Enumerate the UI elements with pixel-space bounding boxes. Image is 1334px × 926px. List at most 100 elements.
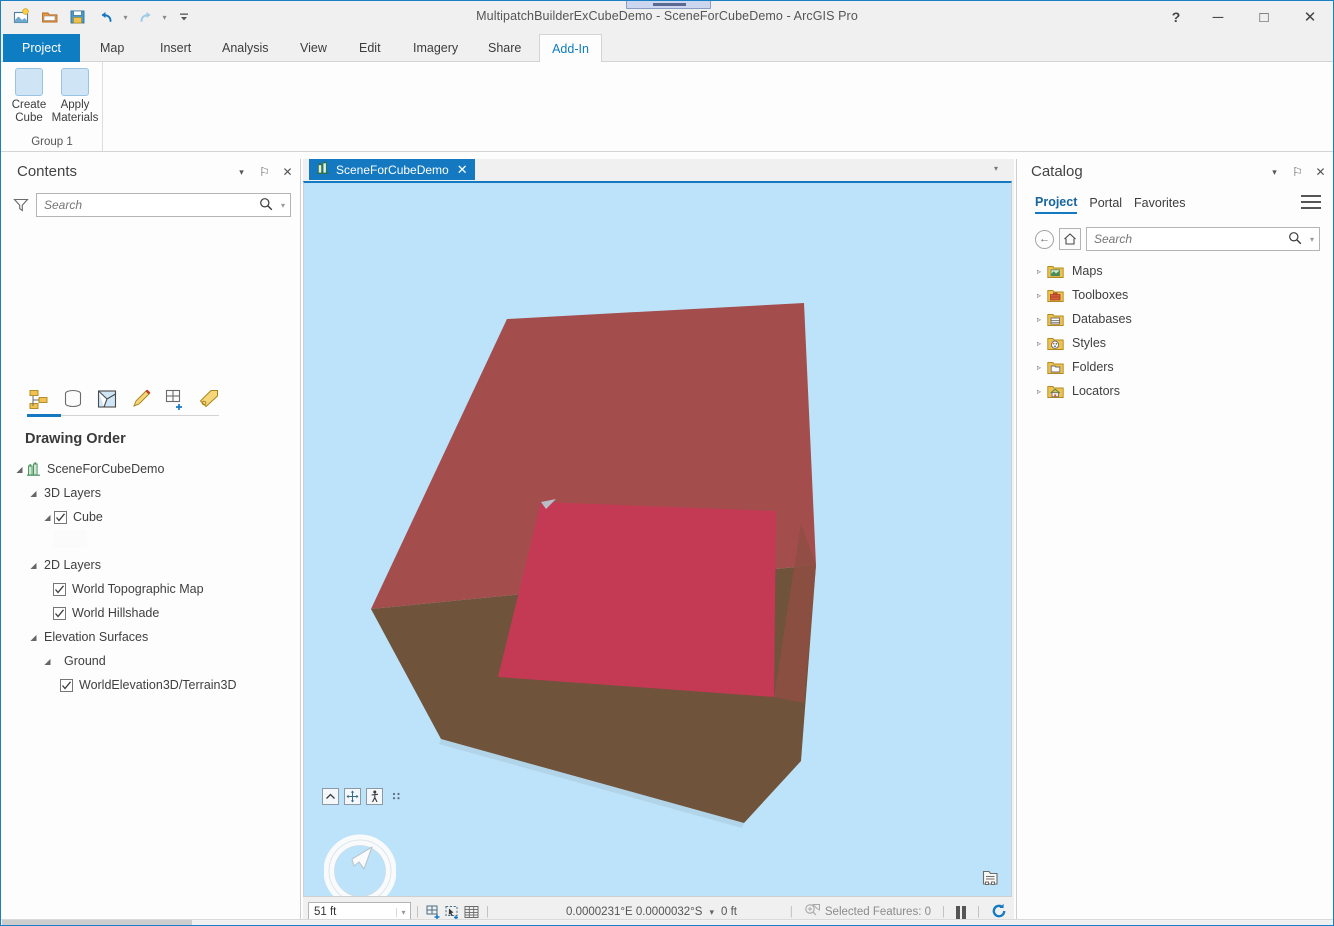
filter-icon[interactable]: [13, 197, 29, 213]
tab-insert[interactable]: Insert: [147, 34, 204, 62]
worldelevation3d-checkbox[interactable]: [60, 679, 73, 692]
tab-view[interactable]: View: [287, 34, 340, 62]
tree-item-sceneforcubedemo[interactable]: ◢ SceneForCubeDemo: [3, 457, 301, 481]
tree-item-ground[interactable]: ◢ Ground: [3, 649, 301, 673]
tree-item-worldelevation3d-terrain3d[interactable]: WorldElevation3D/Terrain3D: [3, 673, 301, 697]
catalog-item-toolboxes[interactable]: ▹ Toolboxes: [1017, 283, 1334, 307]
catalog-item-locators[interactable]: ▹ Locators: [1017, 379, 1334, 403]
expand-arrow-icon[interactable]: ▹: [1031, 339, 1047, 348]
tree-item-cube[interactable]: ◢ Cube: [3, 505, 301, 529]
ribbon: Create Cube Apply Materials Group 1: [1, 62, 1333, 152]
expand-arrow-icon[interactable]: ▹: [1031, 363, 1047, 372]
list-by-drawing-order-icon[interactable]: [27, 387, 51, 411]
catalog-search-input[interactable]: [1087, 231, 1285, 247]
close-button[interactable]: ✕: [1287, 1, 1333, 33]
tab-edit[interactable]: Edit: [346, 34, 394, 62]
list-by-labeling-icon[interactable]: [197, 387, 221, 411]
create-features-icon[interactable]: [424, 904, 443, 921]
contents-search-box[interactable]: ▾: [36, 193, 291, 217]
home-icon[interactable]: [1059, 228, 1081, 250]
tab-imagery[interactable]: Imagery: [400, 34, 471, 62]
basemap-icon[interactable]: [979, 868, 1001, 888]
contents-search-input[interactable]: [37, 197, 256, 213]
catalog-item-styles[interactable]: ▹ Styles: [1017, 331, 1334, 355]
tree-item-2d-layers[interactable]: ◢ 2D Layers: [3, 553, 301, 577]
tab-map[interactable]: Map: [87, 34, 137, 62]
select-features-icon[interactable]: [443, 904, 462, 921]
tree-item-world-topographic-map[interactable]: World Topographic Map: [3, 577, 301, 601]
search-icon[interactable]: [1285, 231, 1305, 248]
tree-item-3d-layers[interactable]: ◢ 3D Layers: [3, 481, 301, 505]
catalog-tab-portal[interactable]: Portal: [1089, 196, 1122, 213]
catalog-tab-favorites[interactable]: Favorites: [1134, 196, 1185, 213]
contents-view-tabs: [27, 383, 247, 415]
contents-close-icon[interactable]: ✕: [281, 165, 294, 179]
tree-label: 3D Layers: [44, 486, 101, 500]
navigation-wheel[interactable]: [324, 831, 396, 897]
catalog-close-icon[interactable]: ✕: [1314, 165, 1327, 179]
horizontal-scrollbar[interactable]: [2, 920, 192, 925]
catalog-tab-project[interactable]: Project: [1035, 195, 1077, 214]
catalog-search-options-caret-icon[interactable]: ▾: [1305, 235, 1319, 244]
catalog-item-databases[interactable]: ▹ Databases: [1017, 307, 1334, 331]
map-tab-close-icon[interactable]: ✕: [457, 162, 468, 178]
map-view-tab[interactable]: SceneForCubeDemo ✕: [309, 159, 475, 180]
map-view-up-icon[interactable]: [322, 788, 339, 805]
tree-label: SceneForCubeDemo: [47, 462, 164, 476]
drawing-order-heading: Drawing Order: [25, 431, 126, 447]
create-cube-label-1: Create: [12, 99, 47, 111]
tab-share[interactable]: Share: [475, 34, 534, 62]
list-by-selection-icon[interactable]: [95, 387, 119, 411]
tree-item-elevation-surfaces[interactable]: ◢ Elevation Surfaces: [3, 625, 301, 649]
expand-arrow-icon[interactable]: ◢: [41, 657, 54, 666]
maximize-button[interactable]: □: [1241, 1, 1287, 33]
map-tab-list-caret-icon[interactable]: ▾: [994, 164, 998, 173]
minimize-button[interactable]: ─: [1195, 1, 1241, 33]
map-scale-caret-icon[interactable]: ▾: [396, 908, 410, 917]
list-by-snapping-icon[interactable]: [163, 387, 187, 411]
tab-analysis[interactable]: Analysis: [209, 34, 282, 62]
expand-arrow-icon[interactable]: ◢: [13, 465, 26, 474]
expand-arrow-icon[interactable]: ▹: [1031, 291, 1047, 300]
list-by-editing-icon[interactable]: [129, 387, 153, 411]
coordinate-format-caret-icon[interactable]: ▾: [709, 907, 714, 918]
catalog-search-box[interactable]: ▾: [1086, 227, 1320, 251]
help-button[interactable]: ?: [1157, 1, 1195, 33]
tree-label: World Topographic Map: [72, 582, 204, 596]
contents-menu-icon[interactable]: ▾: [235, 167, 248, 178]
contents-pin-icon[interactable]: ⚐: [258, 165, 271, 179]
catalog-menu-icon[interactable]: ▾: [1268, 167, 1281, 178]
pause-drawing-button[interactable]: [956, 906, 966, 919]
scene-canvas[interactable]: [303, 181, 1012, 897]
catalog-item-maps[interactable]: ▹ Maps: [1017, 259, 1334, 283]
expand-arrow-icon[interactable]: ▹: [1031, 387, 1047, 396]
apply-materials-button[interactable]: Apply Materials: [51, 68, 99, 125]
search-options-caret-icon[interactable]: ▾: [276, 201, 290, 210]
catalog-options-button[interactable]: [1301, 195, 1321, 213]
back-icon[interactable]: ←: [1035, 230, 1054, 249]
tab-project[interactable]: Project: [3, 34, 80, 62]
catalog-item-folders[interactable]: ▹ Folders: [1017, 355, 1334, 379]
world-topographic-map-checkbox[interactable]: [53, 583, 66, 596]
walk-mode-icon[interactable]: [366, 788, 383, 805]
tab-add-in[interactable]: Add-In: [539, 34, 602, 63]
cube-layer-checkbox[interactable]: [54, 511, 67, 524]
search-icon[interactable]: [256, 197, 276, 214]
expand-arrow-icon[interactable]: ◢: [27, 633, 40, 642]
expand-arrow-icon[interactable]: ◢: [41, 513, 54, 522]
window-controls: ? ─ □ ✕: [1157, 1, 1333, 33]
map-navigation-buttons: [322, 788, 401, 805]
expand-arrow-icon[interactable]: ◢: [27, 561, 40, 570]
world-hillshade-checkbox[interactable]: [53, 607, 66, 620]
expand-arrow-icon[interactable]: ▹: [1031, 267, 1047, 276]
expand-arrow-icon[interactable]: ◢: [27, 489, 40, 498]
catalog-pin-icon[interactable]: ⚐: [1291, 165, 1304, 179]
navigator-drag-handle-icon[interactable]: [392, 790, 401, 804]
list-by-data-source-icon[interactable]: [61, 387, 85, 411]
attribute-table-icon[interactable]: [462, 904, 481, 921]
tree-item-world-hillshade[interactable]: World Hillshade: [3, 601, 301, 625]
create-cube-button[interactable]: Create Cube: [5, 68, 53, 125]
full-control-navigator-icon[interactable]: [344, 788, 361, 805]
map-tab-bar: SceneForCubeDemo ✕ ▾: [303, 159, 1014, 181]
expand-arrow-icon[interactable]: ▹: [1031, 315, 1047, 324]
